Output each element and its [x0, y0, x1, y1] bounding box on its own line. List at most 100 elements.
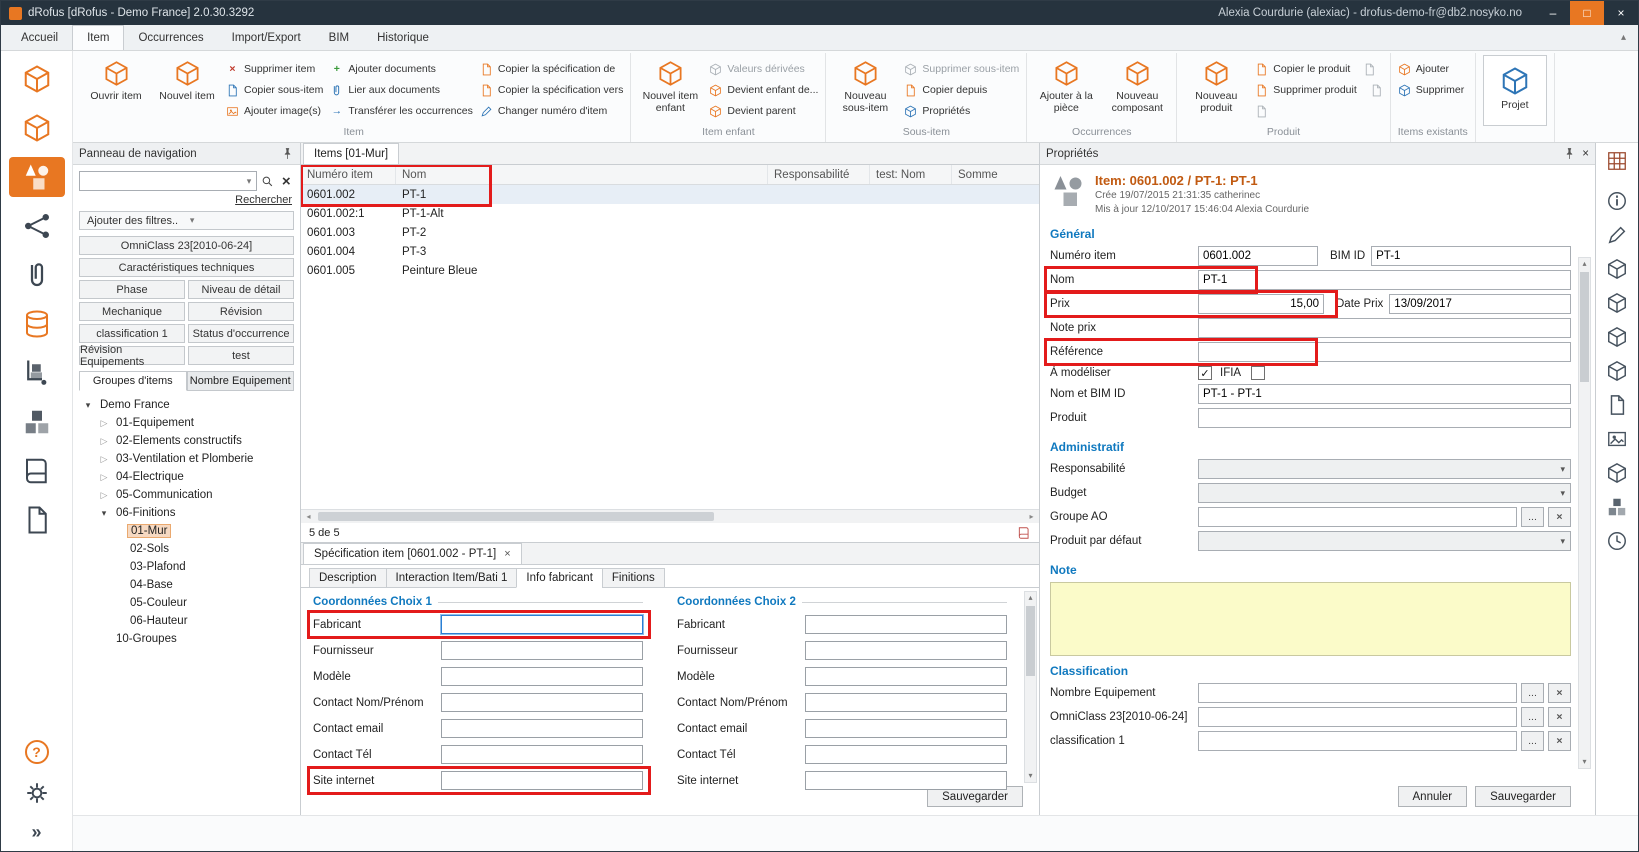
scrollbar-thumb[interactable]: [318, 512, 714, 521]
items-module-icon[interactable]: [9, 157, 65, 197]
tree-node-04-electrique[interactable]: ▷ 04-Electrique: [79, 468, 294, 486]
nombre-equipement-input[interactable]: [1198, 683, 1517, 703]
filter-revision[interactable]: Révision: [188, 302, 294, 321]
site-internet-input-1[interactable]: [441, 771, 643, 790]
pin-icon[interactable]: [1563, 147, 1576, 160]
tree-node-10-groupes[interactable]: 10-Groupes: [79, 630, 294, 648]
tree-collapsed-icon[interactable]: ▷: [99, 490, 109, 501]
grid-view-icon[interactable]: [1605, 148, 1630, 173]
tree-node-05-communication[interactable]: ▷ 05-Communication: [79, 486, 294, 504]
tab-import-export[interactable]: Import/Export: [218, 25, 315, 50]
tree-node-06-finitions[interactable]: ▾ 06-Finitions: [79, 504, 294, 522]
copy-spec-to-button[interactable]: Copier la spécification vers: [480, 82, 623, 98]
spec-edit-icon[interactable]: [1605, 222, 1630, 247]
table-row[interactable]: 0601.004 PT-3: [301, 242, 1039, 261]
minimize-button[interactable]: –: [1536, 1, 1570, 25]
save-button[interactable]: Sauvegarder: [1475, 786, 1571, 807]
table-row[interactable]: 0601.002:1 PT-1-Alt: [301, 204, 1039, 223]
collapse-ribbon-icon[interactable]: ▴: [1621, 32, 1626, 43]
cancel-button[interactable]: Annuler: [1398, 786, 1468, 807]
modele-input-1[interactable]: [441, 667, 643, 686]
add-filters-button[interactable]: Ajouter des filtres.. ▾: [79, 211, 294, 230]
table-row[interactable]: 0601.005 Peinture Bleue: [301, 261, 1039, 280]
tab-finitions[interactable]: Finitions: [602, 568, 665, 588]
info-icon[interactable]: [1605, 188, 1630, 213]
book-icon[interactable]: [1017, 526, 1031, 540]
add-to-room-button[interactable]: Ajouter à la pièce: [1034, 55, 1098, 126]
nom-input[interactable]: [1198, 270, 1571, 290]
rechercher-link[interactable]: Rechercher: [235, 194, 292, 206]
scroll-up-icon[interactable]: ▴: [1582, 258, 1586, 270]
add-documents-button[interactable]: + Ajouter documents: [330, 61, 473, 77]
filter-phase[interactable]: Phase: [79, 280, 185, 299]
a-modeliser-checkbox[interactable]: ✓: [1198, 366, 1212, 380]
documents-icon[interactable]: [1605, 392, 1630, 417]
date-prix-input[interactable]: [1389, 294, 1571, 314]
nombre-equipement-clear-button[interactable]: ×: [1548, 683, 1571, 703]
spec-tab[interactable]: Spécification item [0601.002 - PT-1] ×: [303, 543, 522, 564]
scroll-left-icon[interactable]: ◂: [301, 512, 316, 521]
catalog-module-icon[interactable]: [9, 451, 65, 491]
help-icon[interactable]: ?: [25, 740, 49, 764]
nom-bim-id-input[interactable]: [1198, 384, 1571, 404]
tree-node-01-mur[interactable]: 01-Mur: [79, 522, 294, 540]
delete-item-button[interactable]: × Supprimer item: [226, 61, 323, 77]
subitem-properties-button[interactable]: Propriétés: [904, 103, 1019, 119]
systems-module-icon[interactable]: [9, 206, 65, 246]
new-subitem-button[interactable]: Nouveau sous-item: [833, 55, 897, 126]
filter-test[interactable]: test: [188, 346, 294, 365]
tree-expanded-icon[interactable]: ▾: [83, 400, 93, 411]
numero-item-input[interactable]: [1198, 246, 1318, 266]
maximize-button[interactable]: □: [1570, 1, 1604, 25]
projet-button[interactable]: Projet: [1483, 55, 1547, 126]
budget-select[interactable]: ▾: [1198, 483, 1571, 503]
transfer-occurrences-button[interactable]: → Transférer les occurrences: [330, 103, 473, 119]
scrollbar-thumb[interactable]: [1026, 606, 1035, 676]
new-child-item-button[interactable]: Nouvel item enfant: [638, 55, 702, 126]
search-button[interactable]: [260, 171, 276, 191]
tab-info-fabricant[interactable]: Info fabricant: [516, 568, 602, 588]
clear-search-button[interactable]: ×: [279, 171, 295, 191]
new-item-button[interactable]: Nouvel item: [155, 55, 219, 126]
close-icon[interactable]: ×: [504, 548, 510, 560]
delete-product-button[interactable]: Supprimer produit: [1255, 82, 1382, 98]
close-icon[interactable]: ×: [1582, 148, 1589, 160]
table-row[interactable]: 0601.003 PT-2: [301, 223, 1039, 242]
groupe-ao-browse-button[interactable]: ...: [1521, 507, 1544, 527]
filter-revision-equipements[interactable]: Révision Equipements: [79, 346, 185, 365]
nombre-equipement-browse-button[interactable]: ...: [1521, 683, 1544, 703]
buildings-module-icon[interactable]: [9, 402, 65, 442]
classification-1-browse-button[interactable]: ...: [1521, 731, 1544, 751]
reports-module-icon[interactable]: [9, 500, 65, 540]
tree-node-03-ventilation[interactable]: ▷ 03-Ventilation et Plomberie: [79, 450, 294, 468]
logistics-module-icon[interactable]: [9, 353, 65, 393]
contact-email-input-2[interactable]: [805, 719, 1007, 738]
contact-tel-input-2[interactable]: [805, 745, 1007, 764]
tree-collapsed-icon[interactable]: ▷: [99, 472, 109, 483]
scroll-down-icon[interactable]: ▾: [1582, 756, 1586, 768]
filter-niveau-detail[interactable]: Niveau de détail: [188, 280, 294, 299]
tree-collapsed-icon[interactable]: ▷: [99, 436, 109, 447]
add-existing-item-button[interactable]: Ajouter: [1398, 61, 1464, 77]
contact-nom-input-2[interactable]: [805, 693, 1007, 712]
scroll-down-icon[interactable]: ▾: [1028, 770, 1032, 782]
scroll-right-icon[interactable]: ▸: [1024, 512, 1039, 521]
contact-nom-input-1[interactable]: [441, 693, 643, 712]
becomes-child-of-button[interactable]: Devient enfant de...: [709, 82, 818, 98]
derived-cube-icon[interactable]: [1605, 460, 1630, 485]
tab-historique[interactable]: Historique: [363, 25, 443, 50]
omniclass-clear-button[interactable]: ×: [1548, 707, 1571, 727]
copy-spec-from-button[interactable]: Copier la spécification de: [480, 61, 623, 77]
remove-existing-item-button[interactable]: Supprimer: [1398, 82, 1464, 98]
items-tab[interactable]: Items [01-Mur]: [303, 143, 399, 164]
becomes-parent-button[interactable]: Devient parent: [709, 103, 818, 119]
fournisseur-input-1[interactable]: [441, 641, 643, 660]
tree-node-04-base[interactable]: 04-Base: [79, 576, 294, 594]
tab-occurrences[interactable]: Occurrences: [124, 25, 217, 50]
expand-strip-icon[interactable]: »: [31, 822, 41, 843]
column-header-nom[interactable]: Nom: [396, 165, 768, 184]
add-images-button[interactable]: Ajouter image(s): [226, 103, 323, 119]
copy-product-button[interactable]: Copier le produit: [1255, 61, 1382, 77]
copy-subitem-button[interactable]: Copier sous-item: [226, 82, 323, 98]
attachments-module-icon[interactable]: [9, 255, 65, 295]
